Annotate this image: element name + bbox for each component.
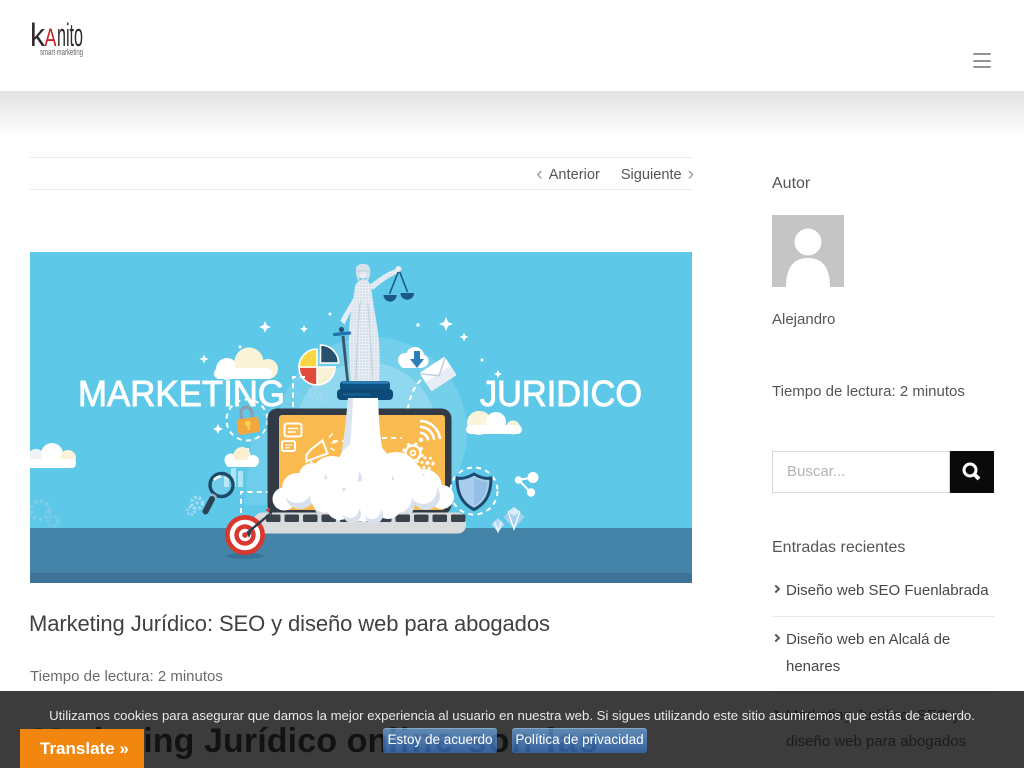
svg-text:MARKETING: MARKETING	[78, 373, 285, 414]
svg-text:smart marketing: smart marketing	[40, 47, 83, 57]
svg-text:JURIDICO: JURIDICO	[480, 373, 642, 414]
